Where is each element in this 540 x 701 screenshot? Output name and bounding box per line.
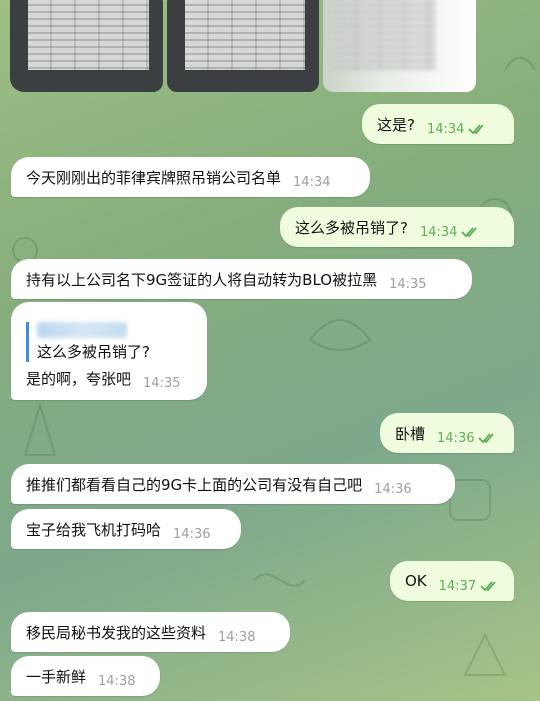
message-time: 14:36: [173, 526, 211, 542]
double-check-icon: [478, 432, 498, 444]
double-check-icon: [461, 226, 481, 238]
message-text: 推推们都看看自己的9G卡上面的公司有没有自己吧: [26, 475, 363, 494]
message-time: 14:38: [218, 629, 256, 645]
message-time: 14:34: [419, 224, 458, 240]
message-text: 宝子给我飞机打码哈: [26, 520, 162, 539]
message-time: 14:37: [438, 578, 477, 594]
photo-thumbnail[interactable]: [166, 0, 320, 92]
message-time: 14:38: [98, 673, 136, 689]
incoming-reply-message[interactable]: 这么多被吊销了? 是的啊，夸张吧 14:35: [11, 302, 207, 400]
outgoing-message[interactable]: 这么多被吊销了? 14:34: [280, 207, 514, 247]
chat-history[interactable]: 这是? 14:34 今天刚刚出的菲律宾牌照吊销公司名单 14:34 这么多被吊销…: [0, 0, 540, 701]
double-check-icon: [468, 123, 488, 135]
outgoing-message[interactable]: 卧槽 14:36: [380, 413, 514, 453]
message-text: 一手新鲜: [26, 667, 87, 686]
quoted-text: 这么多被吊销了?: [37, 342, 150, 361]
incoming-message[interactable]: 移民局秘书发我的这些资料 14:38: [11, 612, 290, 652]
message-text: 卧槽: [395, 424, 426, 443]
photo-album[interactable]: [10, 0, 477, 92]
photo-thumbnail[interactable]: [10, 0, 163, 92]
message-text: 这是?: [377, 115, 415, 134]
blurred-sender-name: [37, 321, 127, 338]
message-time: 14:36: [374, 481, 412, 497]
message-time: 14:35: [389, 276, 427, 292]
incoming-message[interactable]: 宝子给我飞机打码哈 14:36: [11, 509, 241, 549]
message-text: 是的啊，夸张吧: [26, 369, 132, 388]
outgoing-message[interactable]: 这是? 14:34: [362, 104, 514, 144]
incoming-message[interactable]: 一手新鲜 14:38: [11, 656, 160, 696]
reply-quote[interactable]: 这么多被吊销了?: [26, 321, 150, 362]
incoming-message[interactable]: 今天刚刚出的菲律宾牌照吊销公司名单 14:34: [11, 157, 370, 197]
message-text: 今天刚刚出的菲律宾牌照吊销公司名单: [26, 168, 282, 187]
incoming-message[interactable]: 推推们都看看自己的9G卡上面的公司有没有自己吧 14:36: [11, 464, 455, 504]
message-time: 14:34: [426, 121, 465, 137]
message-text: 移民局秘书发我的这些资料: [26, 623, 207, 642]
photo-thumbnail[interactable]: [323, 0, 477, 92]
message-time: 14:36: [437, 430, 475, 446]
outgoing-message[interactable]: OK 14:37: [390, 561, 514, 601]
incoming-message[interactable]: 持有以上公司名下9G签证的人将自动转为BLO被拉黑 14:35: [11, 259, 472, 299]
double-check-icon: [480, 580, 500, 592]
message-text: 持有以上公司名下9G签证的人将自动转为BLO被拉黑: [26, 270, 378, 289]
message-time: 14:34: [293, 174, 331, 190]
message-time: 14:35: [143, 375, 181, 391]
message-text: 这么多被吊销了?: [295, 218, 408, 237]
message-text: OK: [405, 572, 427, 590]
